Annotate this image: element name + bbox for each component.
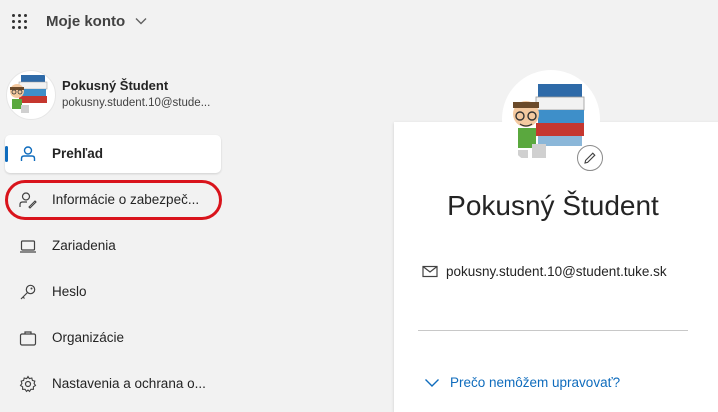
gear-icon: [19, 375, 37, 393]
chevron-down-icon[interactable]: [135, 16, 147, 26]
person-icon: [20, 146, 36, 161]
edit-photo-button[interactable]: [577, 145, 603, 171]
nav-label: Organizácie: [52, 330, 125, 345]
profile-name: Pokusný Študent: [62, 78, 169, 93]
waffle-icon[interactable]: [12, 14, 28, 30]
key-icon: [20, 284, 36, 300]
nav-label: Prehľad: [52, 146, 103, 161]
display-name: Pokusný Študent: [447, 190, 659, 221]
nav-item-overview[interactable]: Prehľad: [5, 135, 221, 173]
nav-label: Nastavenia a ochrana o...: [52, 376, 206, 391]
pencil-icon: [584, 152, 596, 164]
chevron-down-icon: [425, 379, 439, 387]
active-indicator: [5, 146, 8, 162]
highlight-annotation: [5, 180, 222, 220]
laptop-icon: [20, 240, 36, 253]
briefcase-icon: [19, 331, 37, 346]
nav-item-devices[interactable]: Zariadenia: [5, 227, 221, 265]
mail-icon: [422, 265, 438, 278]
profile-email: pokusny.student.10@stude...: [62, 97, 211, 109]
nav-label: Heslo: [52, 284, 87, 299]
avatar: [6, 70, 56, 120]
nav-item-password[interactable]: Heslo: [5, 273, 221, 311]
app-title[interactable]: Moje konto: [46, 13, 125, 30]
why-cant-edit-label: Prečo nemôžem upravovať?: [450, 375, 621, 390]
profile-header: Pokusný Študent pokusny.student.10@stude…: [6, 70, 226, 120]
top-bar: Moje konto: [0, 0, 718, 44]
nav-label: Zariadenia: [52, 238, 116, 253]
nav-item-settings-privacy[interactable]: Nastavenia a ochrana o...: [5, 365, 221, 403]
divider: [418, 330, 688, 331]
email-text: pokusny.student.10@student.tuke.sk: [446, 264, 667, 279]
nav-item-organizations[interactable]: Organizácie: [5, 319, 221, 357]
